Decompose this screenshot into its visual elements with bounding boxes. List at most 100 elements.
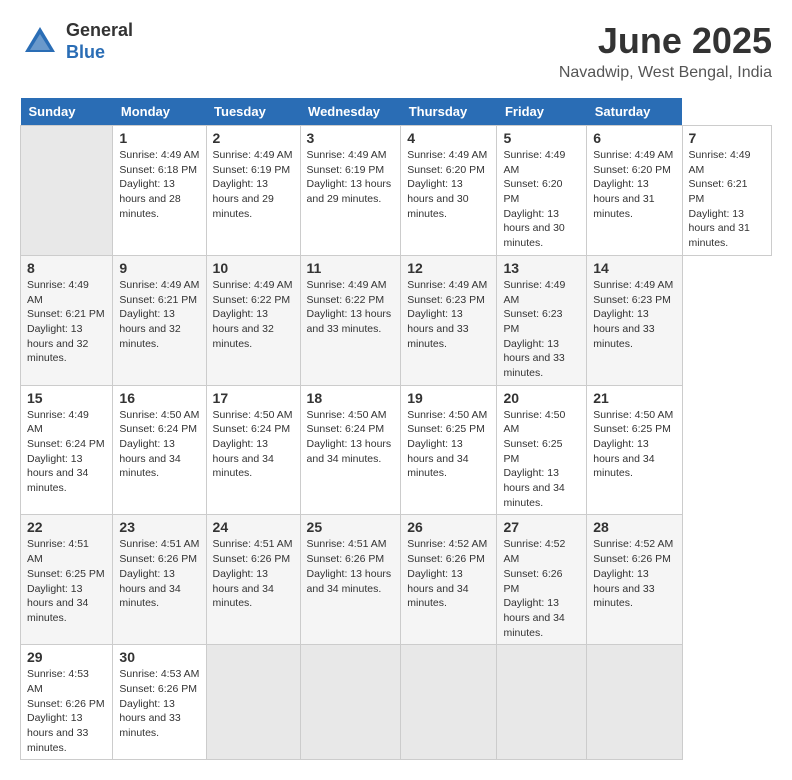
calendar-header-row: SundayMondayTuesdayWednesdayThursdayFrid… [21,98,772,126]
day-info: Sunrise: 4:50 AM Sunset: 6:24 PM Dayligh… [119,408,199,481]
day-number: 11 [307,260,395,276]
calendar-cell: 8Sunrise: 4:49 AM Sunset: 6:21 PM Daylig… [21,255,113,385]
day-info: Sunrise: 4:49 AM Sunset: 6:19 PM Dayligh… [213,148,294,221]
calendar-cell: 15 Sunrise: 4:49 AM Sunset: 6:24 PM Dayli… [21,385,113,515]
calendar-cell: 28 Sunrise: 4:52 AM Sunset: 6:26 PM Dayli… [587,515,682,645]
calendar-week-row: 29 Sunrise: 4:53 AM Sunset: 6:26 PM Dayli… [21,645,772,760]
day-info: Sunrise: 4:53 AM Sunset: 6:26 PM Dayligh… [27,667,106,755]
day-number: 7 [689,130,765,146]
day-number: 20 [503,390,580,406]
day-info: Sunrise: 4:49 AM Sunset: 6:19 PM Dayligh… [307,148,395,207]
calendar-cell [497,645,587,760]
calendar-cell: 4Sunrise: 4:49 AM Sunset: 6:20 PM Daylig… [401,126,497,256]
day-number: 3 [307,130,395,146]
calendar-cell: 5 Sunrise: 4:49 AM Sunset: 6:20 PM Daylig… [497,126,587,256]
calendar-cell: 9 Sunrise: 4:49 AM Sunset: 6:21 PM Daylig… [113,255,206,385]
day-number: 2 [213,130,294,146]
calendar-cell: 22 Sunrise: 4:51 AM Sunset: 6:25 PM Dayli… [21,515,113,645]
day-info: Sunrise: 4:52 AM Sunset: 6:26 PM Dayligh… [593,537,675,610]
calendar-cell: 30 Sunrise: 4:53 AM Sunset: 6:26 PM Dayli… [113,645,206,760]
calendar-cell: 27Sunrise: 4:52 AM Sunset: 6:26 PM Dayli… [497,515,587,645]
calendar-body: 1Sunrise: 4:49 AM Sunset: 6:18 PM Daylig… [21,126,772,760]
day-number: 15 [27,390,106,406]
day-info: Sunrise: 4:50 AM Sunset: 6:25 PM Dayligh… [503,408,580,511]
calendar-cell: 21Sunrise: 4:50 AM Sunset: 6:25 PM Dayli… [587,385,682,515]
day-info: Sunrise: 4:52 AM Sunset: 6:26 PM Dayligh… [503,537,580,640]
calendar-cell: 1Sunrise: 4:49 AM Sunset: 6:18 PM Daylig… [113,126,206,256]
column-header-friday: Friday [497,98,587,126]
calendar-table: SundayMondayTuesdayWednesdayThursdayFrid… [20,98,772,760]
calendar-cell: 16Sunrise: 4:50 AM Sunset: 6:24 PM Dayli… [113,385,206,515]
day-number: 19 [407,390,490,406]
day-info: Sunrise: 4:49 AM Sunset: 6:23 PM Dayligh… [503,278,580,381]
day-number: 24 [213,519,294,535]
day-info: Sunrise: 4:49 AM Sunset: 6:20 PM Dayligh… [407,148,490,221]
day-number: 14 [593,260,675,276]
month-title: June 2025 [559,20,772,62]
day-number: 28 [593,519,675,535]
calendar-cell: 10Sunrise: 4:49 AM Sunset: 6:22 PM Dayli… [206,255,300,385]
day-info: Sunrise: 4:51 AM Sunset: 6:26 PM Dayligh… [307,537,395,596]
day-info: Sunrise: 4:49 AM Sunset: 6:21 PM Dayligh… [119,278,199,351]
calendar-cell: 2 Sunrise: 4:49 AM Sunset: 6:19 PM Daylig… [206,126,300,256]
logo-general: General [66,20,133,42]
calendar-cell: 18 Sunrise: 4:50 AM Sunset: 6:24 PM Dayli… [300,385,401,515]
day-number: 22 [27,519,106,535]
day-number: 29 [27,649,106,665]
day-info: Sunrise: 4:51 AM Sunset: 6:26 PM Dayligh… [119,537,199,610]
calendar-cell: 19 Sunrise: 4:50 AM Sunset: 6:25 PM Dayli… [401,385,497,515]
day-info: Sunrise: 4:50 AM Sunset: 6:25 PM Dayligh… [407,408,490,481]
calendar-cell: 3 Sunrise: 4:49 AM Sunset: 6:19 PM Daylig… [300,126,401,256]
day-info: Sunrise: 4:49 AM Sunset: 6:21 PM Dayligh… [27,278,106,366]
column-header-tuesday: Tuesday [206,98,300,126]
calendar-cell: 14 Sunrise: 4:49 AM Sunset: 6:23 PM Dayli… [587,255,682,385]
day-info: Sunrise: 4:50 AM Sunset: 6:24 PM Dayligh… [307,408,395,467]
title-area: June 2025 Navadwip, West Bengal, India [559,20,772,82]
calendar-cell: 26 Sunrise: 4:52 AM Sunset: 6:26 PM Dayli… [401,515,497,645]
day-info: Sunrise: 4:49 AM Sunset: 6:20 PM Dayligh… [593,148,675,221]
day-info: Sunrise: 4:49 AM Sunset: 6:24 PM Dayligh… [27,408,106,496]
day-number: 30 [119,649,199,665]
day-info: Sunrise: 4:49 AM Sunset: 6:22 PM Dayligh… [213,278,294,351]
day-info: Sunrise: 4:51 AM Sunset: 6:26 PM Dayligh… [213,537,294,610]
calendar-cell [401,645,497,760]
day-number: 18 [307,390,395,406]
day-number: 5 [503,130,580,146]
day-info: Sunrise: 4:50 AM Sunset: 6:25 PM Dayligh… [593,408,675,481]
day-number: 23 [119,519,199,535]
day-number: 25 [307,519,395,535]
calendar-cell: 29 Sunrise: 4:53 AM Sunset: 6:26 PM Dayli… [21,645,113,760]
calendar-cell [300,645,401,760]
location-title: Navadwip, West Bengal, India [559,64,772,82]
calendar-cell: 25 Sunrise: 4:51 AM Sunset: 6:26 PM Dayli… [300,515,401,645]
calendar-week-row: 15 Sunrise: 4:49 AM Sunset: 6:24 PM Dayli… [21,385,772,515]
calendar-cell [206,645,300,760]
column-header-saturday: Saturday [587,98,682,126]
day-info: Sunrise: 4:49 AM Sunset: 6:23 PM Dayligh… [407,278,490,351]
logo-icon [20,22,60,62]
calendar-cell: 11 Sunrise: 4:49 AM Sunset: 6:22 PM Dayli… [300,255,401,385]
calendar-cell: 13 Sunrise: 4:49 AM Sunset: 6:23 PM Dayli… [497,255,587,385]
calendar-cell [587,645,682,760]
day-info: Sunrise: 4:49 AM Sunset: 6:20 PM Dayligh… [503,148,580,251]
day-info: Sunrise: 4:53 AM Sunset: 6:26 PM Dayligh… [119,667,199,740]
calendar-cell: 17Sunrise: 4:50 AM Sunset: 6:24 PM Dayli… [206,385,300,515]
calendar-cell: 23 Sunrise: 4:51 AM Sunset: 6:26 PM Dayli… [113,515,206,645]
calendar-cell: 6Sunrise: 4:49 AM Sunset: 6:20 PM Daylig… [587,126,682,256]
day-info: Sunrise: 4:49 AM Sunset: 6:23 PM Dayligh… [593,278,675,351]
day-info: Sunrise: 4:49 AM Sunset: 6:22 PM Dayligh… [307,278,395,337]
logo: General Blue [20,20,133,63]
day-info: Sunrise: 4:49 AM Sunset: 6:18 PM Dayligh… [119,148,199,221]
calendar-cell: 12 Sunrise: 4:49 AM Sunset: 6:23 PM Dayli… [401,255,497,385]
day-info: Sunrise: 4:52 AM Sunset: 6:26 PM Dayligh… [407,537,490,610]
column-header-monday: Monday [113,98,206,126]
day-number: 9 [119,260,199,276]
day-number: 26 [407,519,490,535]
calendar-cell: 24 Sunrise: 4:51 AM Sunset: 6:26 PM Dayli… [206,515,300,645]
day-number: 13 [503,260,580,276]
column-header-sunday: Sunday [21,98,113,126]
day-number: 12 [407,260,490,276]
calendar-week-row: 8Sunrise: 4:49 AM Sunset: 6:21 PM Daylig… [21,255,772,385]
logo-blue: Blue [66,42,133,64]
day-info: Sunrise: 4:51 AM Sunset: 6:25 PM Dayligh… [27,537,106,625]
